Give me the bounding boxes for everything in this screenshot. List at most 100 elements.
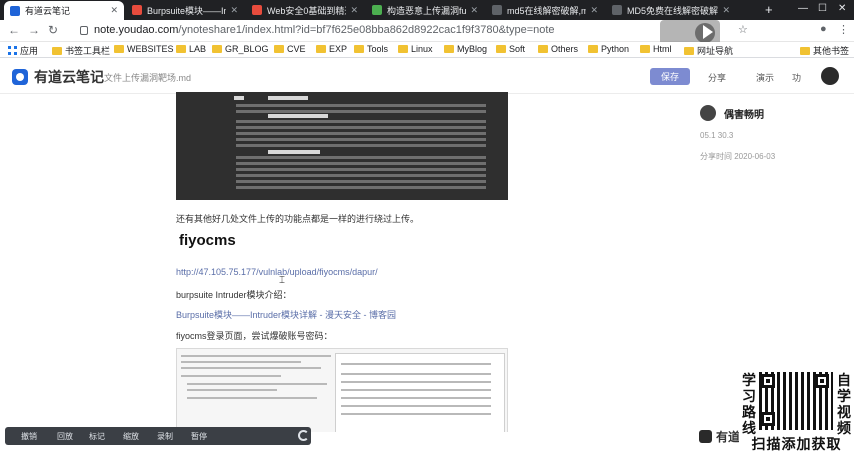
new-tab-icon[interactable]: + [765, 2, 773, 17]
promo-caption: 扫描添加获取 [751, 436, 842, 452]
app-logo[interactable]: 有道云笔记 [12, 67, 104, 87]
share-time: 分享时间 2020-06-03 [700, 152, 776, 161]
toolbar-item[interactable]: 暂停 [191, 431, 207, 442]
site-favicon-icon [492, 5, 502, 15]
close-tab-icon[interactable]: ✕ [350, 5, 358, 16]
close-tab-icon[interactable]: ✕ [470, 5, 478, 16]
bookmark-others[interactable]: Others [538, 44, 578, 54]
share-button[interactable]: 分享 [708, 71, 726, 84]
folder-icon [800, 46, 810, 55]
tab-title: Burpsuite模块——Intr [147, 5, 227, 16]
back-icon[interactable]: ← [8, 23, 20, 37]
bookmark-myblog[interactable]: MyBlog [444, 44, 487, 54]
qr-code-icon [759, 372, 833, 430]
more-button[interactable]: 功 [792, 71, 801, 84]
bookmark-html[interactable]: Html [640, 44, 672, 54]
bookmark-label: Python [601, 44, 630, 54]
bookmark-label: EXP [329, 44, 348, 54]
lock-icon [80, 26, 88, 35]
present-button[interactable]: 演示 [756, 71, 774, 84]
bookmark-label: Others [551, 44, 579, 54]
folder-icon [538, 45, 548, 53]
toolbar-item[interactable]: 标记 [89, 431, 105, 442]
login-paragraph: fiyocms登录页面，尝试爆破账号密码： [176, 331, 333, 341]
youdao-favicon-icon [10, 5, 20, 16]
tab-md5-decrypt[interactable]: md5在线解密破解,md ✕ [486, 0, 604, 20]
tab-title: MD5免费在线解密破解 [627, 5, 719, 16]
author-info: 偶害畅明 [700, 105, 764, 121]
user-avatar[interactable] [821, 67, 839, 85]
bookmark-linux[interactable]: Linux [398, 44, 433, 54]
bookmark-apps[interactable]: 应用 [8, 44, 38, 57]
save-button[interactable]: 保存 [650, 68, 690, 85]
tab-upload-fuzz[interactable]: 构造恶意上传漏洞fuzz ✕ [366, 0, 484, 20]
bookmark-websites[interactable]: WEBSITES [114, 44, 174, 54]
bookmark-gr-blog[interactable]: GR_BLOG [212, 44, 269, 54]
profile-icon[interactable]: ● [820, 23, 827, 35]
tab-web-security[interactable]: Web安全0基础到精通 ✕ [246, 0, 364, 20]
bookmark-lab[interactable]: LAB [176, 44, 206, 54]
bookmark-other[interactable]: 其他书签 [800, 44, 849, 57]
toolbar-item[interactable]: 撤销 [21, 431, 37, 442]
browser-tab-strip: 有道云笔记 ✕ Burpsuite模块——Intr ✕ Web安全0基础到精通 … [0, 0, 854, 20]
author-name: 偶害畅明 [724, 109, 764, 121]
close-window-icon[interactable]: ✕ [838, 3, 846, 14]
toolbar-item[interactable]: 缩放 [123, 431, 139, 442]
close-tab-icon[interactable]: ✕ [722, 5, 730, 16]
close-tab-icon[interactable]: ✕ [590, 5, 598, 16]
logo-text: 有道云笔记 [34, 69, 104, 85]
author-panel: 偶害畅明 05.1 30.3 分享时间 2020-06-03 [690, 95, 854, 415]
screenshot-login-bruteforce [176, 348, 508, 432]
youdao-logo-icon [12, 69, 28, 85]
bookmark-toolbar[interactable]: 书签工具栏 [52, 44, 110, 57]
bookmark-label: Html [653, 44, 672, 54]
bookmark-label: LAB [189, 44, 207, 54]
bookmark-label: Tools [367, 44, 389, 54]
url-host: note.youdao.com [94, 24, 179, 36]
bookmark-label: Soft [509, 44, 526, 54]
folder-icon [316, 45, 326, 53]
folder-icon [444, 45, 454, 53]
loading-spinner-icon [298, 430, 309, 441]
bookmark-python[interactable]: Python [588, 44, 629, 54]
tab-title: 有道云笔记 [25, 6, 71, 16]
folder-icon [114, 45, 124, 53]
promo-qr-overlay: 学习路线 自学视频 扫描添加获取 [739, 370, 854, 452]
folder-icon [176, 45, 186, 53]
bookmark-soft[interactable]: Soft [496, 44, 525, 54]
play-icon[interactable] [703, 25, 713, 39]
close-tab-icon[interactable]: ✕ [110, 5, 118, 16]
promo-right-text: 自学视频 [837, 372, 851, 436]
bookmark-star-icon[interactable]: ☆ [738, 23, 748, 36]
footer-logo-text: 有道 [716, 430, 741, 444]
reload-icon[interactable]: ↻ [48, 23, 58, 37]
url-field[interactable]: note.youdao.com/ynoteshare1/index.html?i… [94, 24, 555, 36]
bookmark-label: Linux [411, 44, 433, 54]
bookmark-label: WEBSITES [127, 44, 174, 54]
bookmark-label: 书签工具栏 [65, 46, 111, 56]
bookmark-cve[interactable]: CVE [274, 44, 306, 54]
tab-md5-free[interactable]: MD5免费在线解密破解 ✕ [606, 0, 736, 20]
bookmark-label: 其他书签 [813, 46, 850, 56]
bookmark-nav[interactable]: 网址导航 [684, 44, 733, 57]
site-favicon-icon [132, 5, 142, 15]
footer-logo: 有道 [699, 428, 740, 445]
maximize-icon[interactable]: ☐ [818, 3, 827, 14]
intruder-title: burpsuite Intruder模块介绍： [176, 290, 292, 300]
tab-youdao-note[interactable]: 有道云笔记 ✕ [4, 1, 124, 20]
bookmark-exp[interactable]: EXP [316, 44, 347, 54]
bookmark-label: 应用 [20, 46, 39, 56]
intruder-article-link[interactable]: Burpsuite模块——Intruder模块详解 - 漫天安全 - 博客园 [176, 308, 396, 321]
bookmark-tools[interactable]: Tools [354, 44, 388, 54]
bookmark-label: GR_BLOG [225, 44, 269, 54]
toolbar-item[interactable]: 录制 [157, 431, 173, 442]
minimize-icon[interactable]: — [798, 3, 808, 14]
folder-icon [212, 45, 222, 53]
forward-icon[interactable]: → [28, 23, 40, 37]
target-url-link[interactable]: http://47.105.75.177/vulnlab/upload/fiyo… [176, 267, 378, 277]
tab-title: md5在线解密破解,md [507, 5, 587, 16]
close-tab-icon[interactable]: ✕ [230, 5, 238, 16]
toolbar-item[interactable]: 回放 [57, 431, 73, 442]
tab-burpsuite[interactable]: Burpsuite模块——Intr ✕ [126, 0, 244, 20]
menu-dots-icon[interactable]: ⋮ [838, 23, 849, 36]
